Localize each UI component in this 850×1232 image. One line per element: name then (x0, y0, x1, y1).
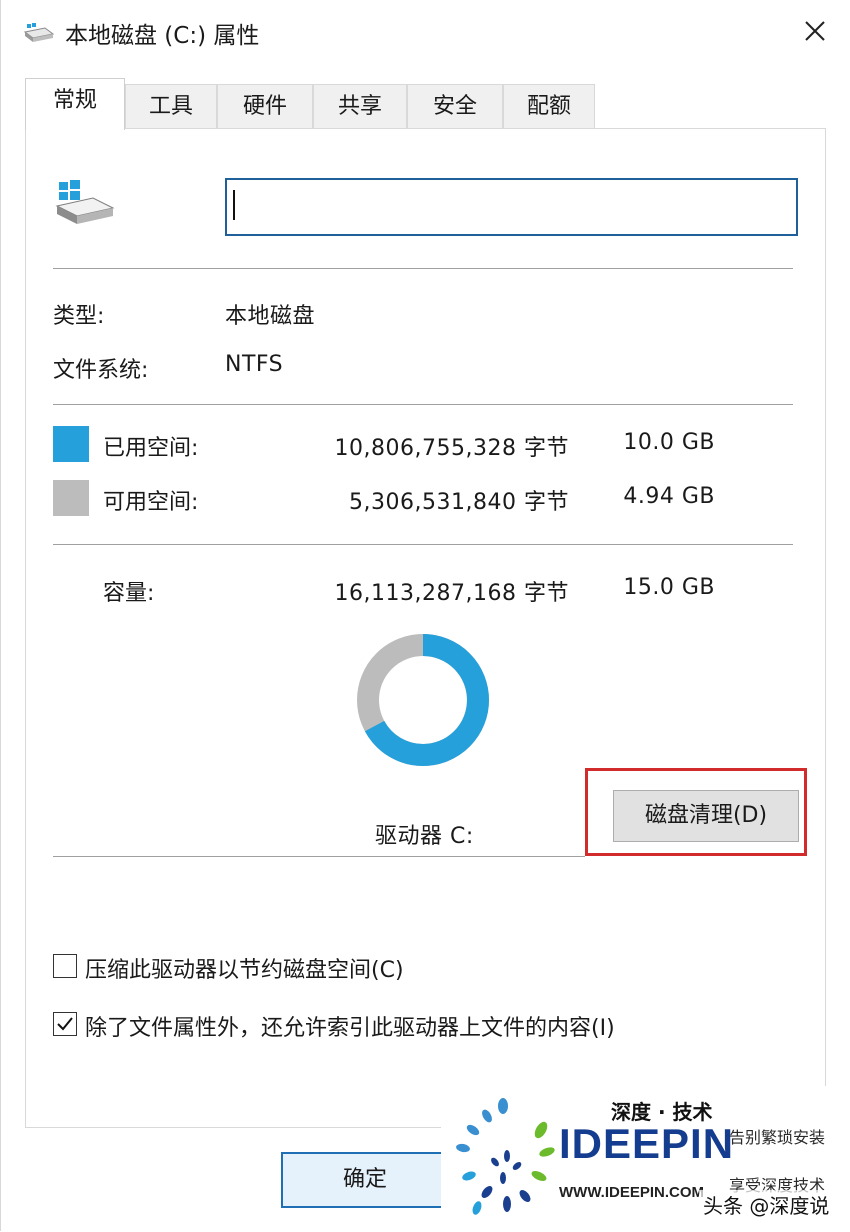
watermark-url: WWW.IDEEPIN.COM (559, 1184, 704, 1201)
separator (53, 268, 793, 269)
ok-button[interactable]: 确定 (281, 1152, 449, 1208)
capacity-label: 容量: (103, 581, 155, 606)
used-space-size: 10.0 GB (623, 430, 715, 455)
local-disk-icon (53, 178, 117, 228)
free-space-label: 可用空间: (103, 490, 199, 515)
type-label: 类型: (53, 304, 105, 329)
drive-title-icon (23, 22, 55, 44)
tab-security[interactable]: 安全 (407, 84, 503, 128)
watermark-brand: IDEEPIN (559, 1120, 735, 1167)
capacity-bytes: 16,113,287,168 字节 (334, 581, 569, 606)
separator (53, 544, 793, 545)
filesystem-value: NTFS (225, 352, 284, 377)
tab-quota[interactable]: 配额 (503, 84, 595, 128)
used-space-label: 已用空间: (103, 436, 199, 461)
window-title: 本地磁盘 (C:) 属性 (65, 23, 260, 49)
checkmark-icon (57, 1017, 73, 1031)
tab-sharing[interactable]: 共享 (313, 84, 407, 128)
watermark-credit: 头条 @深度说 (699, 1190, 834, 1219)
used-space-bytes: 10,806,755,328 字节 (334, 436, 569, 461)
filesystem-label: 文件系统: (53, 358, 149, 383)
index-label: 除了文件属性外，还允许索引此驱动器上文件的内容(I) (85, 1016, 615, 1041)
free-space-bytes: 5,306,531,840 字节 (349, 490, 569, 515)
type-value: 本地磁盘 (225, 304, 316, 329)
tab-general[interactable]: 常规 (25, 78, 125, 130)
close-icon (805, 21, 825, 41)
free-space-size: 4.94 GB (623, 484, 715, 509)
ideepin-watermark: 深度 · 技术 IDEEPIN 告别繁琐安装 享受深度技术 WWW.IDEEPI… (441, 1086, 850, 1232)
separator (53, 856, 585, 857)
disk-usage-donut (357, 634, 489, 766)
properties-dialog: 本地磁盘 (C:) 属性 常规 工具 硬件 共享 安全 配额 类型: 本地磁盘 … (0, 0, 850, 1232)
capacity-size: 15.0 GB (623, 575, 715, 600)
watermark-slogan1: 告别繁琐安装 (729, 1128, 826, 1147)
disk-cleanup-button[interactable]: 磁盘清理(D) (613, 790, 799, 842)
tab-hardware[interactable]: 硬件 (217, 84, 313, 128)
index-checkbox[interactable] (53, 1012, 77, 1036)
separator (53, 404, 793, 405)
drive-name-input[interactable] (225, 178, 798, 236)
drive-label: 驱动器 C: (375, 824, 474, 849)
ideepin-logo (456, 1098, 555, 1215)
used-space-swatch (53, 426, 89, 462)
tab-tools[interactable]: 工具 (125, 84, 217, 128)
text-caret (233, 190, 235, 220)
free-space-swatch (53, 480, 89, 516)
close-button[interactable] (791, 8, 839, 54)
compress-label: 压缩此驱动器以节约磁盘空间(C) (85, 958, 404, 983)
compress-checkbox[interactable] (53, 954, 77, 978)
